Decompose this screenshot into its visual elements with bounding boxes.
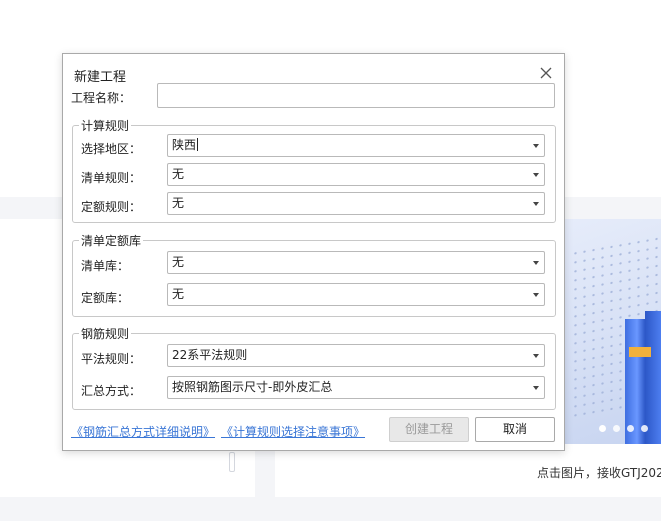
bill-lib-select[interactable]: 无 (167, 251, 545, 274)
rebar-summary-help-link[interactable]: 《钢筋汇总方式详细说明》 (71, 423, 215, 440)
dropdown-arrow-icon (533, 173, 539, 177)
carousel-dot[interactable] (627, 425, 634, 432)
rebar-rules-legend: 钢筋规则 (81, 327, 130, 341)
library-legend: 清单定额库 (81, 234, 142, 248)
dropdown-arrow-icon (533, 144, 539, 148)
dropdown-arrow-icon (533, 386, 539, 390)
flat-rule-label: 平法规则： (81, 352, 142, 366)
calc-rule-notes-link[interactable]: 《计算规则选择注意事项》 (221, 423, 365, 440)
new-project-dialog: 新建工程 工程名称： 计算规则 选择地区： 陕西 清单规则： 无 定额规则： 无… (62, 53, 565, 451)
carousel-dot[interactable] (599, 425, 606, 432)
carousel-dot[interactable] (641, 425, 648, 432)
carousel-dot[interactable] (613, 425, 620, 432)
bill-rule-label: 清单规则： (81, 171, 142, 185)
background-bottom-band (0, 497, 661, 521)
bill-rule-select[interactable]: 无 (167, 163, 545, 186)
dropdown-arrow-icon (533, 293, 539, 297)
background-scroll-handle[interactable] (229, 452, 235, 472)
dropdown-arrow-icon (533, 261, 539, 265)
carousel-dots (599, 425, 648, 432)
quota-lib-value: 无 (172, 287, 185, 301)
quota-lib-select[interactable]: 无 (167, 283, 545, 306)
quota-rule-select[interactable]: 无 (167, 192, 545, 215)
summary-method-select[interactable]: 按照钢筋图示尺寸-即外皮汇总 (167, 376, 545, 399)
banner-accent (629, 347, 651, 357)
quota-lib-label: 定额库： (81, 291, 130, 305)
cancel-button[interactable]: 取消 (475, 417, 555, 442)
region-value: 陕西 (172, 138, 199, 152)
bill-lib-label: 清单库： (81, 259, 130, 273)
calc-rules-legend: 计算规则 (81, 119, 130, 133)
dropdown-arrow-icon (533, 354, 539, 358)
quota-rule-label: 定额规则： (81, 200, 142, 214)
promo-banner-image[interactable] (563, 219, 661, 444)
summary-method-value: 按照钢筋图示尺寸-即外皮汇总 (172, 380, 333, 394)
dropdown-arrow-icon (533, 202, 539, 206)
bill-rule-value: 无 (172, 167, 185, 181)
close-button[interactable] (538, 65, 554, 81)
bill-lib-value: 无 (172, 255, 185, 269)
create-project-button[interactable]: 创建工程 (389, 417, 469, 442)
quota-rule-value: 无 (172, 196, 185, 210)
banner-caption: 点击图片，接收GTJ202 (537, 466, 661, 480)
flat-rule-value: 22系平法规则 (172, 348, 248, 362)
dialog-title: 新建工程 (74, 70, 127, 85)
project-name-label: 工程名称： (71, 91, 132, 105)
region-select[interactable]: 陕西 (167, 134, 545, 157)
flat-rule-select[interactable]: 22系平法规则 (167, 344, 545, 367)
summary-method-label: 汇总方式： (81, 384, 142, 398)
close-icon (540, 67, 552, 79)
project-name-input[interactable] (157, 83, 555, 108)
region-label: 选择地区： (81, 142, 142, 156)
text-cursor (197, 138, 199, 151)
